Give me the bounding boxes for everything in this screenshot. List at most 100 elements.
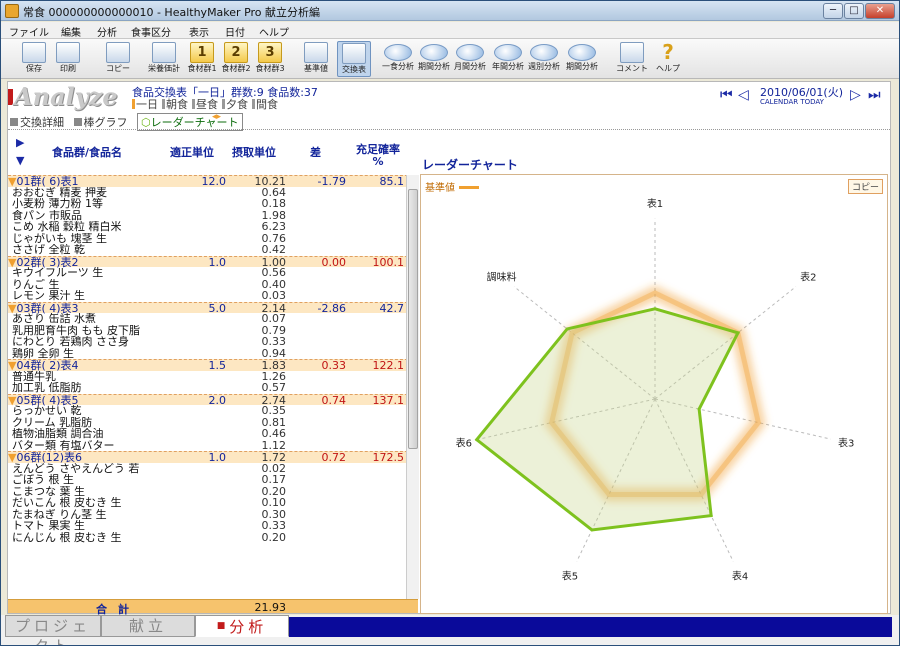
table-row[interactable]: 普通牛乳 1.26 <box>8 371 418 383</box>
toolbar-button-5[interactable]: 2 食材群2 <box>219 41 253 77</box>
table-row[interactable]: 食パン 市販品 1.98 <box>8 210 418 222</box>
table-row[interactable]: だいこん 根 皮むき 生 0.10 <box>8 497 418 509</box>
group-row[interactable]: ▼01群( 6)表1 12.0 10.21 -1.79 85.1 <box>8 175 418 187</box>
copy-button[interactable]: コピー <box>847 179 883 194</box>
meal-tab-4[interactable]: 間食 <box>252 98 278 111</box>
tab-menu[interactable]: 献立 <box>101 615 195 637</box>
table-row[interactable]: レモン 果汁 生 0.03 <box>8 290 418 302</box>
table-row[interactable]: 植物油脂類 調合油 0.46 <box>8 428 418 440</box>
col-proper-unit[interactable]: 適正単位 <box>170 144 214 160</box>
group-row[interactable]: ▼05群( 4)表5 2.0 2.74 0.74 137.1 <box>8 393 418 406</box>
table-row[interactable]: キウイフルーツ 生 0.56 <box>8 267 418 279</box>
table-row[interactable]: クリーム 乳脂肪 0.81 <box>8 417 418 429</box>
table-row[interactable]: 鶏卵 全卵 生 0.94 <box>8 348 418 360</box>
table-row[interactable]: えんどう さやえんどう 若 0.02 <box>8 463 418 475</box>
table-row[interactable]: あさり 缶詰 水煮 0.07 <box>8 313 418 325</box>
toolbar-button-16[interactable]: ? ヘルプ <box>651 41 685 77</box>
next-day-icon[interactable]: ▷ <box>850 86 861 104</box>
col-difference[interactable]: 差 <box>310 144 321 160</box>
menu-item-6[interactable]: ヘルプ <box>259 24 289 39</box>
table-row[interactable]: トマト 果実 生 0.33 <box>8 520 418 532</box>
group-row[interactable]: ▼04群( 2)表4 1.5 1.83 0.33 122.1 <box>8 359 418 371</box>
meal-tab-3[interactable]: 夕食 <box>222 98 248 111</box>
tab-bar-graph[interactable]: 棒グラフ <box>74 114 128 130</box>
axis-label: 表6 <box>456 437 472 450</box>
menu-item-5[interactable]: 日付 <box>225 24 245 39</box>
toolbar-button-1[interactable]: 印刷 <box>51 41 85 77</box>
tab-radar-label: レーダーチャート <box>150 116 239 129</box>
meal-tab-1[interactable]: 朝食 <box>162 98 188 111</box>
table-row[interactable]: こめ 水稲 穀粒 精白米 6.23 <box>8 221 418 233</box>
minimize-button[interactable]: ─ <box>823 3 843 19</box>
table-row[interactable]: たまねぎ りん茎 生 0.30 <box>8 509 418 521</box>
toolbar-label: 食材群2 <box>221 64 251 73</box>
cell-intake: 0.57 <box>261 381 287 394</box>
toolbar-button-9[interactable]: 一食分析 <box>381 41 415 77</box>
toolbar-button-4[interactable]: 1 食材群1 <box>185 41 219 77</box>
table-scrollbar[interactable] <box>406 175 419 599</box>
cell-proper: 1.0 <box>208 451 227 464</box>
toolbar-button-2[interactable]: コピー <box>101 41 135 77</box>
col-food-name[interactable]: 食品群/食品名 <box>52 144 122 160</box>
calendar-today-links[interactable]: CALENDAR TODAY <box>760 98 824 106</box>
group-row[interactable]: ▼03群( 4)表3 5.0 2.14 -2.86 42.7 <box>8 301 418 315</box>
tab-analysis[interactable]: ■分析 <box>195 615 289 637</box>
meal-tab-0[interactable]: 一日 <box>132 98 158 111</box>
table-row[interactable]: りんご 生 0.40 <box>8 279 418 291</box>
toolbar-button-13[interactable]: 週別分析 <box>527 41 561 77</box>
toolbar-button-10[interactable]: 期間分析 <box>417 41 451 77</box>
table-row[interactable]: ごぼう 根 生 0.17 <box>8 474 418 486</box>
col-intake-unit[interactable]: 摂取単位 <box>232 144 276 160</box>
menu-item-1[interactable]: 編集 <box>61 24 81 39</box>
tab-exchange-detail[interactable]: 交換詳細 <box>10 114 64 130</box>
expand-down-icon[interactable]: ▼ <box>16 154 24 167</box>
toolbar-label: 交換表 <box>342 65 366 74</box>
menu-item-4[interactable]: 表示 <box>189 24 209 39</box>
menu-item-0[interactable]: ファイル <box>9 24 49 39</box>
toolbar-button-15[interactable]: コメント <box>615 41 649 77</box>
toolbar-button-12[interactable]: 年間分析 <box>491 41 525 77</box>
toolbar-button-8[interactable]: 交換表 <box>337 41 371 77</box>
table-row[interactable]: にわとり 若鶏肉 ささ身 0.33 <box>8 336 418 348</box>
splitter-arrows-icon[interactable]: ◂▸ <box>212 112 221 122</box>
scrollbar-thumb[interactable] <box>408 189 418 449</box>
cell-intake: 0.64 <box>261 185 287 199</box>
group-row[interactable]: ▼02群( 3)表2 1.0 1.00 0.00 100.1 <box>8 255 418 268</box>
table-row[interactable]: おおむぎ 精麦 押麦 0.64 <box>8 187 418 199</box>
meal-tab-2[interactable]: 昼食 <box>192 98 218 111</box>
toolbar-button-0[interactable]: 保存 <box>17 41 51 77</box>
close-button[interactable]: ✕ <box>865 3 895 19</box>
table-row[interactable]: らっかせい 乾 0.35 <box>8 405 418 417</box>
menu-item-2[interactable]: 分析 <box>97 24 117 39</box>
table-row[interactable]: じゃがいも 塊茎 生 0.76 <box>8 233 418 245</box>
expand-right-icon[interactable]: ▶ <box>16 136 24 149</box>
first-page-icon[interactable]: ⏮ <box>720 86 733 104</box>
cell-diff: 0.33 <box>321 359 347 372</box>
toolbar-button-6[interactable]: 3 食材群3 <box>253 41 287 77</box>
menu-item-3[interactable]: 食事区分 <box>131 24 171 39</box>
tab-project[interactable]: プロジェクト <box>5 615 101 645</box>
last-page-icon[interactable]: ⏭ <box>868 86 881 104</box>
toolbar-button-14[interactable]: 期間分析 <box>565 41 599 77</box>
table-row[interactable]: 加工乳 低脂肪 0.57 <box>8 382 418 394</box>
cell-proper: 5.0 <box>208 301 227 315</box>
toolbar-button-7[interactable]: 基準値 <box>299 41 333 77</box>
previous-day-icon[interactable]: ◁ <box>738 86 749 104</box>
table-row[interactable]: 小麦粉 薄力粉 1等 0.18 <box>8 198 418 210</box>
col-sufficiency-rate[interactable]: 充足確率 % <box>350 144 406 168</box>
cell-intake: 1.26 <box>261 369 287 383</box>
cell-intake: 0.02 <box>261 461 287 475</box>
table-row[interactable]: ささげ 全粒 乾 0.42 <box>8 244 418 256</box>
table-row[interactable]: こまつな 葉 生 0.20 <box>8 486 418 498</box>
cell-diff: -1.79 <box>317 175 346 188</box>
table-row[interactable]: にんじん 根 皮むき 生 0.20 <box>8 532 418 544</box>
maximize-button[interactable]: □ <box>844 3 864 19</box>
food-name: 普通牛乳 <box>12 370 56 382</box>
cell-intake: 0.33 <box>261 335 287 348</box>
cell-intake: 0.07 <box>261 312 287 325</box>
table-row[interactable]: バター類 有塩バター 1.12 <box>8 440 418 452</box>
toolbar-button-3[interactable]: 栄養価計 <box>147 41 181 77</box>
toolbar-button-11[interactable]: 月間分析 <box>453 41 487 77</box>
group-row[interactable]: ▼06群(12)表6 1.0 1.72 0.72 172.5 <box>8 451 418 463</box>
table-row[interactable]: 乳用肥育牛肉 もも 皮下脂 0.79 <box>8 325 418 337</box>
